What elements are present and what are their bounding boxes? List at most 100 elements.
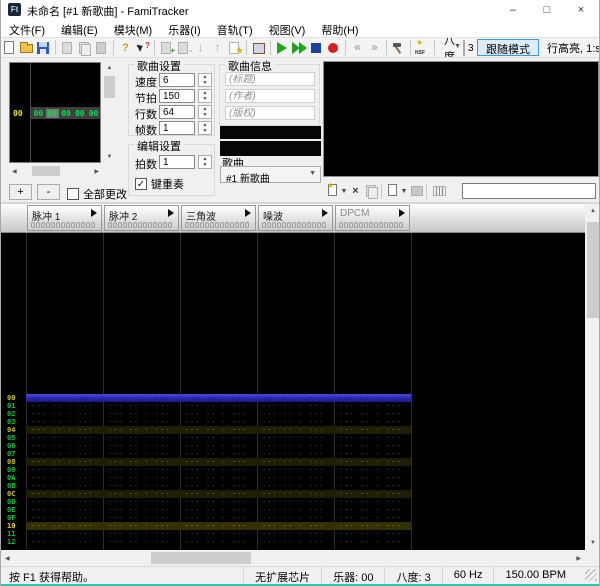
channel-header-4[interactable]: DPCM xyxy=(335,205,410,231)
open-file-icon[interactable] xyxy=(18,40,35,56)
pattern-cell[interactable]: --- -- - --- xyxy=(257,538,334,546)
new-file-icon[interactable] xyxy=(1,40,18,56)
settings-hammer-icon[interactable] xyxy=(390,40,407,56)
frame-pattern-value-4[interactable]: 00 xyxy=(87,109,100,118)
instrument-name-input[interactable] xyxy=(462,183,596,199)
key-repeat-checkbox[interactable]: ✓ 键重奏 xyxy=(135,176,184,192)
pattern-cell[interactable]: --- -- - --- xyxy=(180,410,257,418)
copyright-field[interactable] xyxy=(225,106,315,120)
pattern-cell[interactable]: --- -- - --- xyxy=(334,498,411,506)
record-icon[interactable] xyxy=(325,40,342,56)
pattern-cell[interactable]: --- -- - --- xyxy=(103,514,180,522)
pattern-cell[interactable]: --- -- - --- xyxy=(26,418,103,426)
tempo-stepper[interactable]: ▲▼ xyxy=(198,89,212,103)
pattern-cell[interactable]: --- -- - --- xyxy=(103,402,180,410)
follow-mode-button[interactable]: 跟随模式 xyxy=(477,39,539,56)
pattern-cell[interactable]: --- -- - --- xyxy=(26,482,103,490)
pattern-row-08[interactable]: 08--- -- - ------ -- - ------ -- - -----… xyxy=(1,458,411,466)
pattern-cell[interactable]: --- -- - --- xyxy=(257,450,334,458)
pattern-row-05[interactable]: 05--- -- - ------ -- - ------ -- - -----… xyxy=(1,434,411,442)
resize-grip[interactable] xyxy=(585,569,597,581)
pattern-cell[interactable]: --- -- - --- xyxy=(257,498,334,506)
pattern-row-00[interactable]: 00--- -- - ------ -- - ------ -- - -----… xyxy=(1,394,411,402)
frame-pattern-value-1[interactable]: 00 xyxy=(46,109,59,118)
pattern-cell[interactable]: --- -- - --- xyxy=(334,522,411,530)
pattern-cell[interactable]: --- -- - --- xyxy=(257,402,334,410)
pattern-cell[interactable]: --- -- - --- xyxy=(26,458,103,466)
pattern-cell[interactable]: --- -- - --- xyxy=(103,466,180,474)
pattern-row-04[interactable]: 04--- -- - ------ -- - ------ -- - -----… xyxy=(1,426,411,434)
pattern-cell[interactable]: --- -- - --- xyxy=(103,490,180,498)
pattern-cell[interactable]: --- -- - --- xyxy=(334,458,411,466)
clone-instrument-icon[interactable] xyxy=(363,183,378,199)
menu-item-1[interactable]: 编辑(E) xyxy=(53,20,106,37)
pattern-cell[interactable]: --- -- - --- xyxy=(257,522,334,530)
play-icon[interactable] xyxy=(274,40,291,56)
tempo-input[interactable] xyxy=(159,89,195,103)
pattern-cell[interactable]: --- -- - --- xyxy=(180,522,257,530)
duplicate-frame-icon[interactable]: ★ xyxy=(226,40,243,56)
pattern-cell[interactable]: --- -- - --- xyxy=(103,458,180,466)
pattern-cell[interactable]: --- -- - --- xyxy=(180,466,257,474)
pattern-cell[interactable]: --- -- - --- xyxy=(103,450,180,458)
pattern-cell[interactable]: --- -- - --- xyxy=(334,442,411,450)
context-help-icon[interactable]: ? xyxy=(134,40,151,56)
pattern-cell[interactable]: --- -- - --- xyxy=(103,498,180,506)
play-pattern-icon[interactable] xyxy=(291,40,308,56)
rows-input[interactable] xyxy=(159,105,195,119)
pattern-cell[interactable]: --- -- - --- xyxy=(257,490,334,498)
pattern-cell[interactable]: --- -- - --- xyxy=(103,434,180,442)
pattern-cell[interactable]: --- -- - --- xyxy=(334,474,411,482)
pattern-cell[interactable]: --- -- - --- xyxy=(26,490,103,498)
maximize-button[interactable]: □ xyxy=(530,0,564,20)
pattern-cell[interactable]: --- -- - --- xyxy=(334,410,411,418)
edit-instrument-icon[interactable] xyxy=(408,183,423,199)
frames-stepper[interactable]: ▲▼ xyxy=(198,121,212,135)
pattern-row-0C[interactable]: 0C--- -- - ------ -- - ------ -- - -----… xyxy=(1,490,411,498)
pattern-cell[interactable]: --- -- - --- xyxy=(26,434,103,442)
pattern-cell[interactable]: --- -- - --- xyxy=(334,506,411,514)
frame-editor[interactable]: 00 0000000000 xyxy=(9,62,101,163)
frame-remove-icon[interactable]: - xyxy=(175,40,192,56)
pattern-cell[interactable]: --- -- - --- xyxy=(334,434,411,442)
pattern-cell[interactable]: --- -- - --- xyxy=(257,514,334,522)
pattern-cell[interactable]: --- -- - --- xyxy=(180,394,257,402)
author-field[interactable] xyxy=(225,89,315,103)
menu-item-2[interactable]: 模块(M) xyxy=(106,20,161,37)
frame-add-icon[interactable]: + xyxy=(158,40,175,56)
pattern-cell[interactable]: --- -- - --- xyxy=(26,466,103,474)
close-button[interactable]: × xyxy=(564,0,598,20)
pattern-cell[interactable]: --- -- - --- xyxy=(257,434,334,442)
title-field[interactable] xyxy=(225,72,315,86)
menu-item-6[interactable]: 帮助(H) xyxy=(313,20,366,37)
channel-header-3[interactable]: 噪波 xyxy=(258,205,333,231)
pattern-cell[interactable]: --- -- - --- xyxy=(103,538,180,546)
pattern-cell[interactable]: --- -- - --- xyxy=(180,514,257,522)
speed-stepper[interactable]: ▲▼ xyxy=(198,73,212,87)
pattern-row-0E[interactable]: 0E--- -- - ------ -- - ------ -- - -----… xyxy=(1,506,411,514)
channel-header-2[interactable]: 三角波 xyxy=(181,205,256,231)
channel-header-1[interactable]: 脉冲 2 xyxy=(104,205,179,231)
pattern-cell[interactable]: --- -- - --- xyxy=(180,490,257,498)
next-frame-icon[interactable]: » xyxy=(366,40,383,56)
load-instrument-menu-icon[interactable]: ▼ xyxy=(400,188,408,195)
pattern-row-03[interactable]: 03--- -- - ------ -- - ------ -- - -----… xyxy=(1,418,411,426)
pattern-cell[interactable]: --- -- - --- xyxy=(26,426,103,434)
pattern-cell[interactable]: --- -- - --- xyxy=(257,394,334,402)
change-all-checkbox[interactable]: 全部更改 xyxy=(67,186,127,202)
pattern-cell[interactable]: --- -- - --- xyxy=(334,394,411,402)
pattern-editor[interactable]: 00--- -- - ------ -- - ------ -- - -----… xyxy=(1,233,585,550)
pattern-cell[interactable]: --- -- - --- xyxy=(180,474,257,482)
pattern-cell[interactable]: --- -- - --- xyxy=(26,410,103,418)
move-frame-down-icon[interactable]: ↓ xyxy=(192,40,209,56)
create-nsf-icon[interactable]: ★NSF xyxy=(414,40,431,56)
pattern-cell[interactable]: --- -- - --- xyxy=(103,418,180,426)
remove-instrument-icon[interactable]: × xyxy=(348,183,363,199)
move-frame-up-icon[interactable]: ↑ xyxy=(209,40,226,56)
minimize-button[interactable]: – xyxy=(496,0,530,20)
pattern-cell[interactable]: --- -- - --- xyxy=(257,442,334,450)
pattern-cell[interactable]: --- -- - --- xyxy=(334,514,411,522)
pattern-cell[interactable]: --- -- - --- xyxy=(26,498,103,506)
pattern-horizontal-scrollbar[interactable]: ◀ ▶ xyxy=(1,550,585,566)
pattern-cell[interactable]: --- -- - --- xyxy=(257,418,334,426)
